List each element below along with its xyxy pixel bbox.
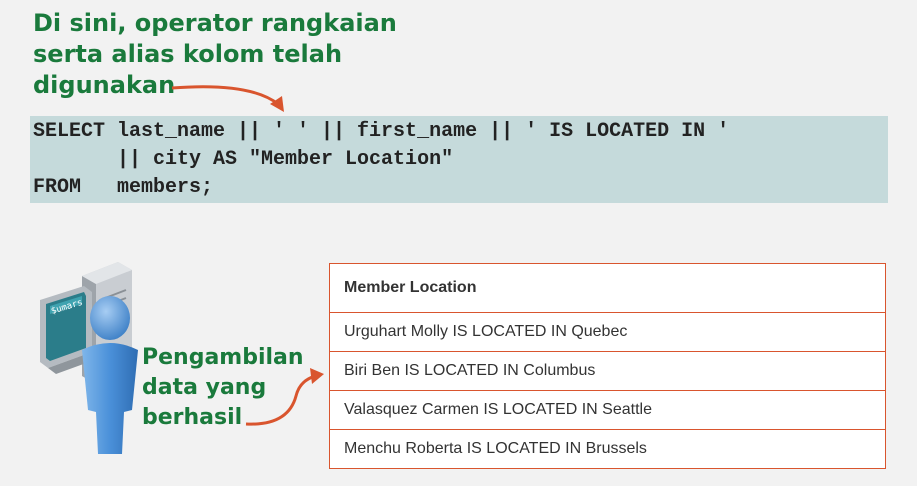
bottom-arrow-icon <box>245 368 324 426</box>
arrows-overlay <box>171 85 324 426</box>
top-arrow-icon <box>171 85 284 112</box>
